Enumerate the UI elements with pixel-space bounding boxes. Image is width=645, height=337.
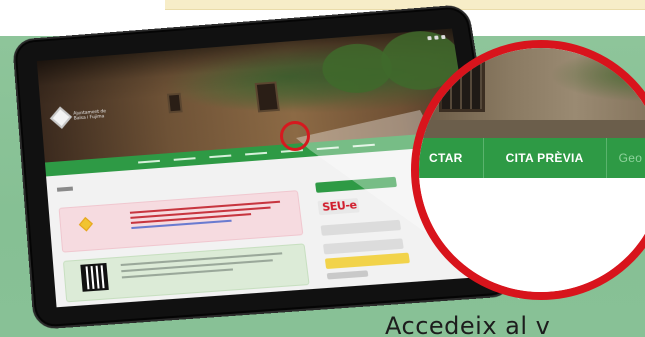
site-logo[interactable]: Ajuntament de Balsa i Fujima [49, 106, 114, 129]
nav-item[interactable] [245, 151, 268, 156]
zoom-window [439, 56, 485, 112]
zoom-nav-item-geo[interactable]: Geo [607, 138, 643, 178]
notice-text [129, 200, 282, 232]
sidebar-banner[interactable] [320, 219, 402, 236]
hero-window [254, 81, 280, 113]
nav-item[interactable] [352, 143, 375, 148]
sidebar-link[interactable] [326, 270, 369, 280]
seu-logo: SEU-e [321, 198, 358, 214]
logo-mark-icon [49, 106, 73, 129]
nav-item[interactable] [173, 157, 196, 161]
hero-window [166, 92, 183, 114]
caption-text: Accedeix al v [385, 312, 551, 337]
qr-card-text [120, 252, 285, 282]
zoom-nav-item-cita-previa[interactable]: CITA PRÈVIA [482, 138, 607, 178]
zoom-ledge [419, 120, 645, 138]
qr-code-icon [80, 262, 109, 292]
social-icon[interactable] [427, 36, 432, 41]
qr-card[interactable] [62, 243, 310, 303]
sidebar-banner[interactable] [322, 238, 404, 255]
council-logo [78, 217, 112, 238]
nav-item[interactable] [209, 154, 232, 159]
logo-mark-icon [78, 217, 93, 232]
zoom-nav-item-contactar[interactable]: CTAR [419, 138, 483, 178]
sidebar-button[interactable] [315, 176, 398, 193]
zoom-magnifier: CTAR CITA PRÈVIA Geo [411, 40, 645, 300]
logo-text: Ajuntament de Balsa i Fujima [73, 109, 107, 122]
notice-card[interactable] [58, 190, 304, 253]
highlight-circle [280, 121, 310, 151]
nav-item[interactable] [138, 159, 160, 164]
social-icon[interactable] [441, 34, 446, 40]
sidebar-banner[interactable] [324, 252, 410, 270]
breadcrumb[interactable] [56, 186, 74, 192]
zoom-body [419, 178, 645, 292]
zoom-nav: CTAR CITA PRÈVIA Geo [419, 138, 645, 178]
nav-item[interactable] [316, 146, 339, 151]
social-icon[interactable] [434, 35, 439, 40]
